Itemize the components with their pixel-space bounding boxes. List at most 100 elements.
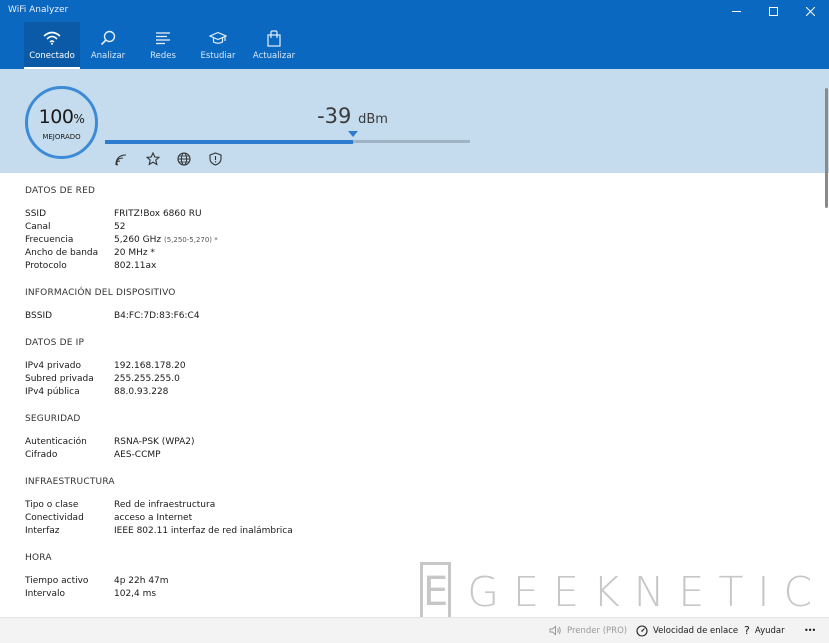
maximize-icon [769, 6, 778, 16]
help-button[interactable]: ? Ayudar [744, 618, 785, 643]
more-options-button[interactable]: ••• [804, 618, 816, 643]
detail-value: 88.0.93.228 [114, 387, 169, 397]
window-title: WiFi Analyzer [8, 5, 69, 15]
detail-row-ssid: SSID FRITZ!Box 6860 RU [25, 208, 805, 221]
close-button[interactable] [792, 0, 829, 22]
dbm-unit: dBm [358, 112, 388, 127]
detail-label: Subred privada [25, 374, 94, 384]
detail-row-cipher: Cifrado AES-CCMP [25, 449, 805, 462]
detail-label: Interfaz [25, 526, 60, 536]
status-bar: Prender (PRO) Velocidad de enlace ? Ayud… [0, 617, 829, 643]
tab-actualizar[interactable]: Actualizar [250, 22, 298, 69]
detail-value: 5,260 GHz [114, 235, 162, 245]
help-label: Ayudar [754, 625, 785, 636]
tab-estudiar[interactable]: Estudiar [196, 22, 240, 69]
detail-row-authentication: Autenticación RSNA-PSK (WPA2) [25, 436, 805, 449]
detail-label: Protocolo [25, 261, 67, 271]
detail-label: BSSID [25, 311, 53, 321]
detail-label: Intervalo [25, 589, 65, 599]
tab-label: Conectado [29, 51, 75, 61]
speaker-label: Prender (PRO) [567, 625, 628, 636]
graduation-cap-icon [209, 29, 227, 47]
signal-quality-gauge: 100% MEJORADO [25, 86, 98, 159]
question-mark-icon: ? [744, 624, 750, 637]
detail-label: IPv4 pública [25, 387, 80, 397]
detail-value: Red de infraestructura [114, 500, 216, 510]
detail-value: 20 MHz * [114, 248, 155, 258]
search-icon [100, 29, 116, 47]
detail-label: Tiempo activo [25, 576, 89, 586]
globe-icon[interactable] [176, 151, 192, 167]
maximize-button[interactable] [755, 0, 792, 22]
wifi-icon [43, 29, 61, 47]
watermark-text: GEEKNETIC [467, 568, 827, 616]
speaker-pro-button[interactable]: Prender (PRO) [549, 618, 627, 643]
star-icon[interactable] [145, 151, 161, 167]
speaker-icon [549, 625, 561, 636]
detail-row-bandwidth: Ancho de banda 20 MHz * [25, 247, 805, 260]
detail-value-extra: (5,250-5,270) * [163, 236, 218, 244]
signal-panel: 100% MEJORADO -39 dBm [0, 69, 829, 173]
detail-label: Cifrado [25, 450, 58, 460]
title-bar: WiFi Analyzer [0, 0, 829, 22]
shopping-bag-icon [267, 29, 281, 47]
percent-value: 100 [38, 106, 74, 128]
list-icon [155, 29, 171, 47]
minimize-button[interactable] [718, 0, 755, 22]
detail-value: 52 [114, 222, 126, 232]
tab-conectado[interactable]: Conectado [24, 22, 80, 69]
section-device: INFORMACIÓN DEL DISPOSITIVO BSSID B4:FC:7… [25, 287, 805, 323]
section-ip: DATOS DE IP IPv4 privado 192.168.178.20 S… [25, 337, 805, 399]
detail-value: FRITZ!Box 6860 RU [114, 209, 202, 219]
detail-label: Conectividad [25, 513, 84, 523]
signal-icon[interactable] [114, 151, 130, 167]
section-security: SEGURIDAD Autenticación RSNA-PSK (WPA2) C… [25, 413, 805, 462]
signal-strength-fill [105, 139, 353, 144]
detail-value: 102,4 ms [114, 589, 157, 599]
connection-details: DATOS DE RED SSID FRITZ!Box 6860 RU Canal… [25, 185, 805, 615]
tab-redes[interactable]: Redes [140, 22, 186, 69]
shield-icon[interactable] [207, 151, 223, 167]
detail-row-protocol: Protocolo 802.11ax [25, 260, 805, 273]
signal-dbm: -39 dBm [290, 104, 415, 128]
detail-label: Frecuencia [25, 235, 74, 245]
detail-value: AES-CCMP [114, 450, 161, 460]
tab-analizar[interactable]: Analizar [84, 22, 132, 69]
section-infrastructure: INFRAESTRUCTURA Tipo o clase Red de infra… [25, 476, 805, 538]
more-icon: ••• [804, 626, 816, 635]
close-icon [806, 6, 815, 16]
geeknetic-watermark: E GEEKNETIC [420, 562, 812, 622]
detail-row-ipv4-public: IPv4 pública 88.0.93.228 [25, 386, 805, 399]
detail-value-group: 5,260 GHz (5,250-5,270) * [114, 234, 218, 247]
scrollbar[interactable] [825, 70, 828, 615]
detail-label: Autenticación [25, 437, 87, 447]
section-title: INFORMACIÓN DEL DISPOSITIVO [25, 288, 176, 298]
tab-label: Estudiar [200, 51, 236, 61]
detail-label: Canal [25, 222, 51, 232]
section-title: DATOS DE RED [25, 186, 96, 196]
signal-actions [114, 151, 223, 167]
detail-row-ipv4-private: IPv4 privado 192.168.178.20 [25, 360, 805, 373]
speedometer-icon [636, 624, 648, 637]
window-controls [718, 0, 829, 22]
section-network: DATOS DE RED SSID FRITZ!Box 6860 RU Canal… [25, 185, 805, 273]
link-speed-label: Velocidad de enlace [653, 625, 739, 636]
link-speed-button[interactable]: Velocidad de enlace [636, 618, 738, 643]
detail-value: IEEE 802.11 interfaz de red inalámbrica [114, 526, 293, 536]
detail-value: acceso a Internet [114, 513, 193, 523]
detail-label: SSID [25, 209, 47, 219]
scrollbar-thumb[interactable] [825, 88, 828, 208]
detail-value: 255.255.255.0 [114, 374, 180, 384]
detail-row-bssid: BSSID B4:FC:7D:83:F6:C4 [25, 310, 805, 323]
detail-label: Ancho de banda [25, 248, 99, 258]
detail-row-type: Tipo o clase Red de infraestructura [25, 499, 805, 512]
tab-label: Analizar [90, 51, 126, 61]
watermark-letter: E [423, 569, 449, 615]
detail-row-channel: Canal 52 [25, 221, 805, 234]
detail-row-interface: Interfaz IEEE 802.11 interfaz de red inal… [25, 525, 805, 538]
detail-value: 192.168.178.20 [114, 361, 186, 371]
minimize-icon [732, 10, 741, 12]
detail-label: IPv4 privado [25, 361, 81, 371]
detail-label: Tipo o clase [25, 500, 79, 510]
signal-strength-bar [105, 131, 470, 144]
